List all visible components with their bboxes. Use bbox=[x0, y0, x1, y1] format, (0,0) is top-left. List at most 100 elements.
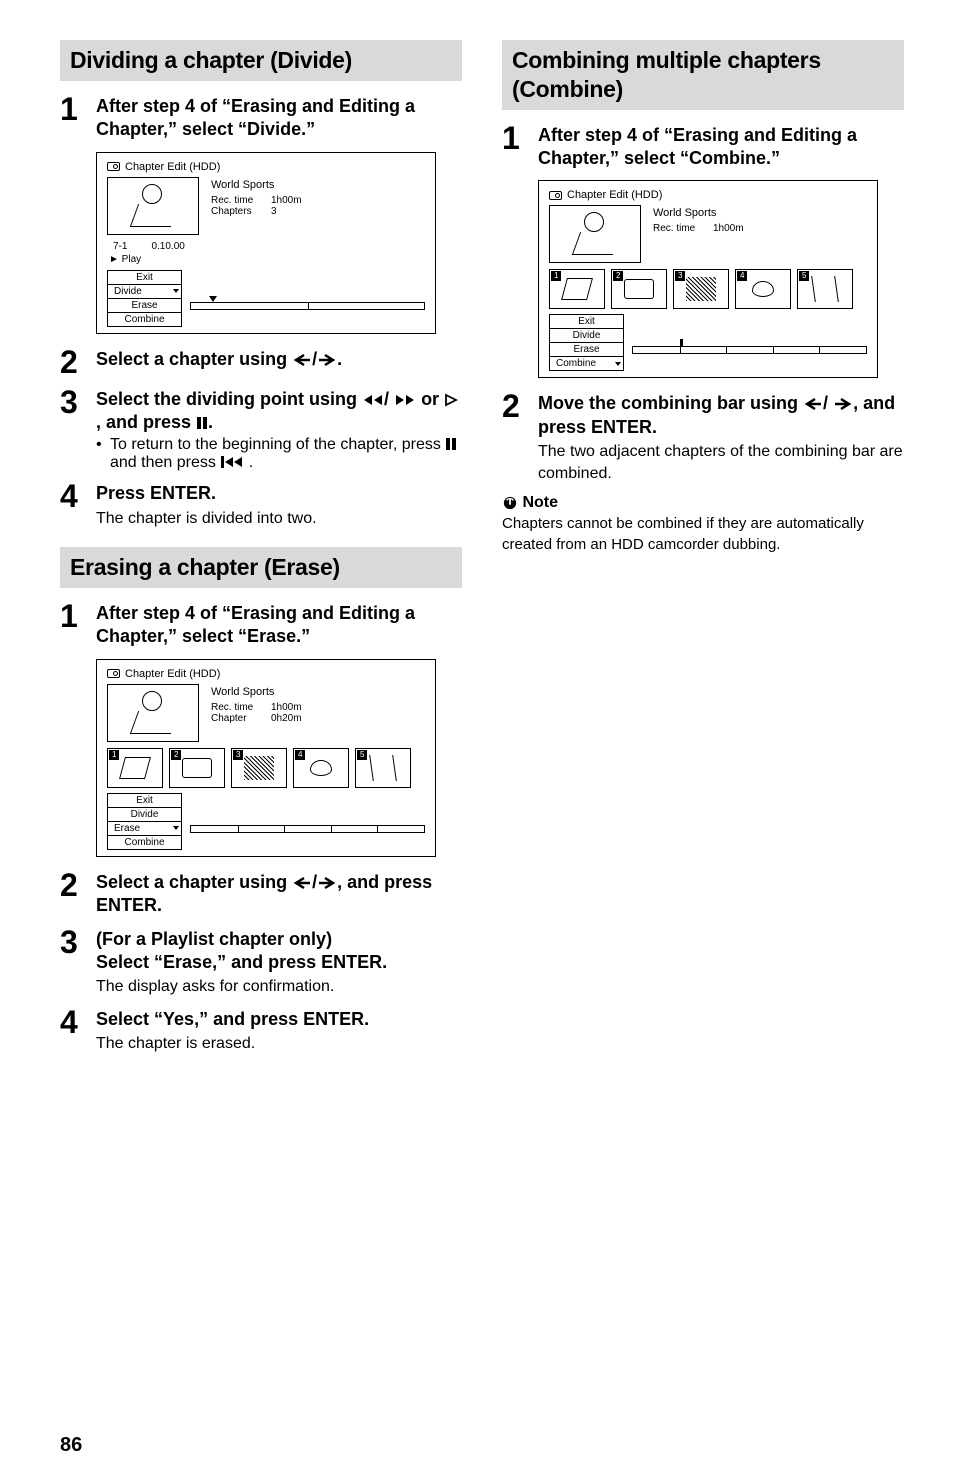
ch-label: Chapters bbox=[211, 206, 271, 217]
erase-step-3: 3 (For a Playlist chapter only)Select “E… bbox=[60, 928, 462, 998]
combine-header: Combining multiple chapters (Combine) bbox=[502, 40, 904, 110]
fastfwd-icon bbox=[394, 393, 416, 407]
menu-divide[interactable]: Divide bbox=[107, 284, 182, 299]
combine-timeline bbox=[632, 346, 867, 354]
step-number: 3 bbox=[60, 386, 96, 418]
pos-time: 0.10.00 bbox=[151, 241, 184, 252]
preview-thumbnail bbox=[107, 684, 199, 742]
step-text: Select a chapter using /, and press ENTE… bbox=[96, 871, 462, 918]
pause-icon bbox=[196, 416, 208, 430]
step-text: Select the dividing point using / or , a… bbox=[96, 388, 462, 435]
step-sub: The chapter is erased. bbox=[96, 1033, 462, 1055]
chapter-thumb[interactable]: 4 bbox=[293, 748, 349, 788]
menu-combine[interactable]: Combine bbox=[107, 835, 182, 850]
menu-combine[interactable]: Combine bbox=[549, 356, 624, 371]
erase-header: Erasing a chapter (Erase) bbox=[60, 547, 462, 588]
hdd-icon bbox=[549, 191, 562, 200]
step-text: After step 4 of “Erasing and Editing a C… bbox=[96, 602, 462, 649]
rec-label: Rec. time bbox=[211, 195, 271, 206]
menu-erase[interactable]: Erase bbox=[107, 298, 182, 313]
chapter-thumb[interactable]: 3 bbox=[231, 748, 287, 788]
chapter-thumb[interactable]: 3 bbox=[673, 269, 729, 309]
chapter-thumb[interactable]: 2 bbox=[169, 748, 225, 788]
arrow-left-icon bbox=[292, 876, 312, 890]
arrow-right-icon bbox=[833, 397, 853, 411]
step-number: 2 bbox=[60, 346, 96, 378]
hdd-icon bbox=[107, 162, 120, 171]
note-body: Chapters cannot be combined if they are … bbox=[502, 514, 904, 555]
ch-val: 3 bbox=[271, 206, 277, 217]
combine-step-1: 1 After step 4 of “Erasing and Editing a… bbox=[502, 124, 904, 171]
menu-erase[interactable]: Erase bbox=[107, 821, 182, 836]
combine-screenshot: Chapter Edit (HDD) World Sports Rec. tim… bbox=[538, 180, 878, 378]
divide-step-3: 3 Select the dividing point using / or ,… bbox=[60, 388, 462, 473]
left-column: Dividing a chapter (Divide) 1 After step… bbox=[60, 40, 462, 1065]
chapter-thumb[interactable]: 4 bbox=[735, 269, 791, 309]
arrow-right-icon bbox=[317, 353, 337, 367]
chapter-thumb[interactable]: 2 bbox=[611, 269, 667, 309]
menu-combine[interactable]: Combine bbox=[107, 312, 182, 327]
ss-title: Chapter Edit (HDD) bbox=[125, 161, 220, 173]
rec-label: Rec. time bbox=[653, 223, 713, 234]
combine-step-2: 2 Move the combining bar using / , and p… bbox=[502, 392, 904, 484]
step-text: Select a chapter using /. bbox=[96, 348, 462, 371]
pos-chapter: 7-1 bbox=[113, 241, 127, 252]
right-column: Combining multiple chapters (Combine) 1 … bbox=[502, 40, 904, 1065]
ss-meta-title: World Sports bbox=[653, 207, 867, 219]
divide-step-2: 2 Select a chapter using /. bbox=[60, 348, 462, 378]
menu-exit[interactable]: Exit bbox=[107, 793, 182, 808]
step-text: Select “Yes,” and press ENTER. bbox=[96, 1008, 462, 1031]
menu-divide[interactable]: Divide bbox=[107, 807, 182, 822]
rec-val: 1h00m bbox=[271, 195, 302, 206]
step-text: Move the combining bar using / , and pre… bbox=[538, 392, 904, 439]
step-number: 2 bbox=[502, 390, 538, 422]
hdd-icon bbox=[107, 669, 120, 678]
arrow-left-icon bbox=[292, 353, 312, 367]
pause-icon bbox=[445, 437, 457, 451]
ss-meta-title: World Sports bbox=[211, 686, 425, 698]
rec-val: 1h00m bbox=[713, 223, 744, 234]
step-sub: The chapter is divided into two. bbox=[96, 508, 462, 530]
chapter-thumb[interactable]: 1 bbox=[549, 269, 605, 309]
preview-thumbnail bbox=[107, 177, 199, 235]
preview-thumbnail bbox=[549, 205, 641, 263]
menu-exit[interactable]: Exit bbox=[549, 314, 624, 329]
step-text: (For a Playlist chapter only)Select “Era… bbox=[96, 928, 462, 975]
erase-screenshot: Chapter Edit (HDD) World Sports Rec. tim… bbox=[96, 659, 436, 857]
erase-step-4: 4 Select “Yes,” and press ENTER. The cha… bbox=[60, 1008, 462, 1055]
play-outline-icon bbox=[444, 393, 458, 407]
arrow-right-icon bbox=[317, 876, 337, 890]
ch-val: 0h20m bbox=[271, 713, 302, 724]
play-label: ► Play bbox=[107, 254, 425, 265]
rewind-icon bbox=[362, 393, 384, 407]
note-heading: Note bbox=[502, 494, 904, 512]
ss-meta-title: World Sports bbox=[211, 179, 425, 191]
menu-erase[interactable]: Erase bbox=[549, 342, 624, 357]
rec-label: Rec. time bbox=[211, 702, 271, 713]
divide-screenshot: Chapter Edit (HDD) World Sports Rec. tim… bbox=[96, 152, 436, 334]
step-number: 2 bbox=[60, 869, 96, 901]
step-text: Press ENTER. bbox=[96, 482, 462, 505]
chapter-thumb[interactable]: 5 bbox=[355, 748, 411, 788]
step-text: After step 4 of “Erasing and Editing a C… bbox=[538, 124, 904, 171]
menu-exit[interactable]: Exit bbox=[107, 270, 182, 285]
step-number: 1 bbox=[60, 93, 96, 125]
step-number: 4 bbox=[60, 480, 96, 512]
step-sub: The two adjacent chapters of the combini… bbox=[538, 441, 904, 484]
divide-step-1: 1 After step 4 of “Erasing and Editing a… bbox=[60, 95, 462, 142]
chapter-strip: 1 2 3 4 5 bbox=[549, 269, 867, 309]
note-icon bbox=[502, 496, 518, 510]
page-number: 86 bbox=[60, 1434, 82, 1457]
chapter-thumb[interactable]: 1 bbox=[107, 748, 163, 788]
step-number: 1 bbox=[60, 600, 96, 632]
rec-val: 1h00m bbox=[271, 702, 302, 713]
step-bullet: • To return to the beginning of the chap… bbox=[96, 436, 462, 472]
erase-step-1: 1 After step 4 of “Erasing and Editing a… bbox=[60, 602, 462, 649]
ss-title: Chapter Edit (HDD) bbox=[125, 668, 220, 680]
arrow-left-icon bbox=[803, 397, 823, 411]
chapter-thumb[interactable]: 5 bbox=[797, 269, 853, 309]
chapter-strip: 1 2 3 4 5 bbox=[107, 748, 425, 788]
menu-divide[interactable]: Divide bbox=[549, 328, 624, 343]
erase-step-2: 2 Select a chapter using /, and press EN… bbox=[60, 871, 462, 918]
ch-label: Chapter bbox=[211, 713, 271, 724]
